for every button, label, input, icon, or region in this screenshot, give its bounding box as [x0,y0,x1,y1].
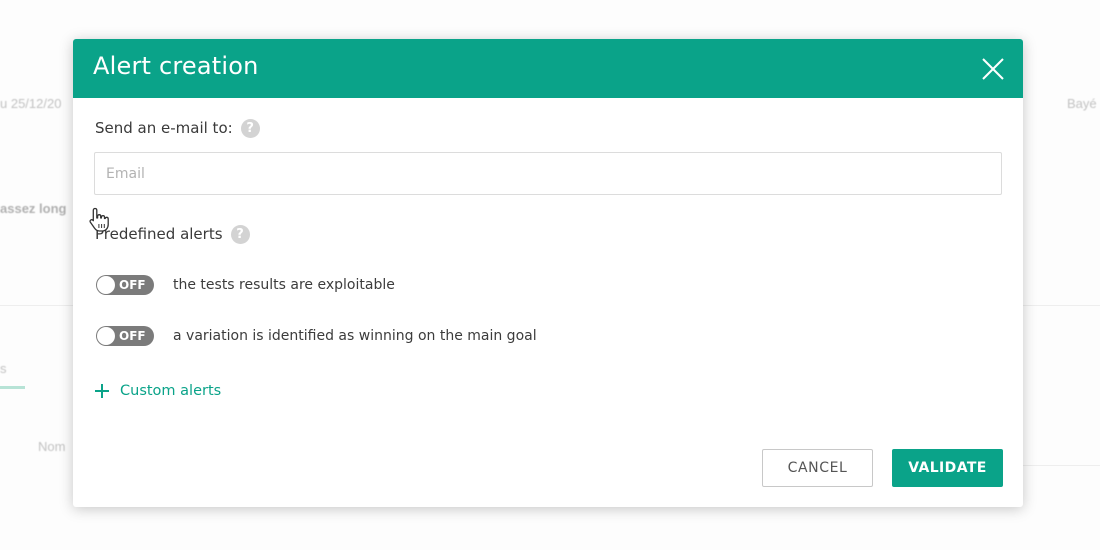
dialog-header: Alert creation [73,39,1023,98]
background-bold-text: assez long [0,201,67,216]
hand-pointer-icon [89,207,109,232]
toggle-state-label: OFF [119,278,146,292]
cancel-button[interactable]: CANCEL [762,449,873,487]
background-tab-underline [0,386,25,389]
predefined-alert-row: OFF the tests results are exploitable [96,275,395,295]
background-tab-text: s [0,361,7,376]
email-section-heading: Send an e-mail to:? [95,119,260,138]
background-divider [0,305,73,306]
predefined-alerts-heading: Predefined alerts? [95,225,250,244]
alert-toggle-switch[interactable]: OFF [96,326,154,346]
background-name-text: Bayé [1067,96,1097,111]
background-divider [1023,305,1100,306]
alert-toggle-switch[interactable]: OFF [96,275,154,295]
help-icon[interactable]: ? [230,225,250,244]
close-icon [982,58,1004,80]
predefined-alert-row: OFF a variation is identified as winning… [96,326,537,346]
background-column-header: Nom [38,439,66,454]
toggle-knob [97,276,115,294]
custom-alerts-link[interactable]: Custom alerts [94,383,221,399]
toggle-knob [97,327,115,345]
alert-description: a variation is identified as winning on … [173,328,537,344]
plus-icon [95,384,109,398]
validate-button[interactable]: VALIDATE [892,449,1003,487]
close-button[interactable] [981,57,1005,81]
email-input[interactable] [94,152,1002,195]
alert-creation-dialog: Alert creation Send an e-mail to:? Prede… [73,39,1023,507]
background-date-text: u 25/12/20 [0,96,62,111]
toggle-state-label: OFF [119,329,146,343]
help-icon[interactable]: ? [240,119,260,138]
dialog-title: Alert creation [93,52,259,80]
background-divider [1023,465,1100,466]
predefined-alerts-label: Predefined alerts [95,225,223,243]
custom-alerts-label: Custom alerts [120,383,222,399]
email-section-label: Send an e-mail to: [95,119,233,137]
alert-description: the tests results are exploitable [173,277,395,293]
